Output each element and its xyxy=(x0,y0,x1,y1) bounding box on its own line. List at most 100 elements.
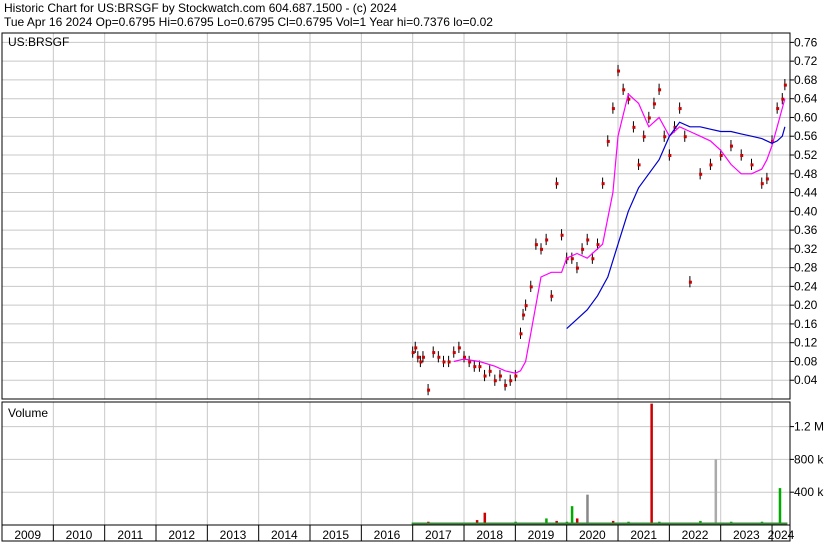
price-y-tick-label: 0.36 xyxy=(794,223,818,237)
price-y-tick-label: 0.12 xyxy=(794,336,818,350)
x-tick-label: 2016 xyxy=(374,528,401,542)
price-point xyxy=(781,97,785,101)
price-point xyxy=(617,69,621,73)
price-point xyxy=(442,360,446,364)
price-point xyxy=(678,107,682,111)
volume-y-tick-label: 800 k xyxy=(794,452,824,466)
price-point xyxy=(483,374,487,378)
price-point xyxy=(591,257,595,261)
price-point xyxy=(427,388,431,392)
price-point xyxy=(522,313,526,317)
price-point xyxy=(560,233,564,237)
price-point xyxy=(658,88,662,92)
price-point xyxy=(776,107,780,111)
price-point xyxy=(647,116,651,120)
price-point xyxy=(463,355,467,359)
price-point xyxy=(575,266,579,270)
price-point xyxy=(750,163,754,167)
price-panel-frame xyxy=(1,32,791,400)
price-y-tick-label: 0.72 xyxy=(794,54,818,68)
price-point xyxy=(683,135,687,139)
price-point xyxy=(529,285,533,289)
price-point xyxy=(709,163,713,167)
x-tick-label: 2018 xyxy=(476,528,503,542)
price-y-tick-label: 0.44 xyxy=(794,186,818,200)
price-y-tick-label: 0.60 xyxy=(794,110,818,124)
price-point xyxy=(488,369,492,373)
price-y-tick-label: 0.08 xyxy=(794,354,818,368)
price-panel-label: US:BRSGF xyxy=(8,35,69,49)
volume-bar xyxy=(570,506,574,525)
price-point xyxy=(570,257,574,261)
price-point xyxy=(504,383,508,387)
price-y-tick-label: 0.64 xyxy=(794,92,818,106)
x-tick-label: 2023 xyxy=(733,528,760,542)
price-y-tick-label: 0.56 xyxy=(794,129,818,143)
volume-bar xyxy=(714,459,718,525)
price-y-ticks: 0.76 0.72 0.68 0.64 0.60 0.56 0.52 0.48 0.44 0.40… xyxy=(790,35,818,387)
price-point xyxy=(611,107,615,111)
price-point xyxy=(632,125,636,129)
price-y-tick-label: 0.16 xyxy=(794,317,818,331)
slow-ma-line xyxy=(566,121,786,330)
volume-marks xyxy=(411,403,788,525)
x-tick-label: 2020 xyxy=(579,528,606,542)
price-grid xyxy=(2,33,790,399)
x-tick-label: 2022 xyxy=(682,528,709,542)
x-tick-label: 2021 xyxy=(630,528,657,542)
price-point xyxy=(540,247,544,251)
x-tick-label: 2017 xyxy=(425,528,452,542)
volume-panel-label: Volume xyxy=(8,406,48,420)
price-point xyxy=(729,144,733,148)
price-point xyxy=(519,332,523,336)
price-point xyxy=(414,346,418,350)
price-point xyxy=(447,360,451,364)
price-point xyxy=(699,172,703,176)
price-point xyxy=(783,83,787,87)
price-y-tick-label: 0.24 xyxy=(794,279,818,293)
price-point xyxy=(498,374,502,378)
price-y-tick-label: 0.04 xyxy=(794,373,818,387)
price-point xyxy=(493,379,497,383)
price-point xyxy=(586,238,590,242)
x-tick-label: 2013 xyxy=(220,528,247,542)
price-point xyxy=(668,154,672,157)
x-tick-label: 2019 xyxy=(528,528,555,542)
price-point xyxy=(596,243,600,247)
price-point xyxy=(524,304,528,308)
volume-bar xyxy=(586,494,589,525)
price-point xyxy=(478,365,482,369)
price-point xyxy=(514,374,518,378)
price-point xyxy=(555,182,559,186)
x-tick-label: 2010 xyxy=(66,528,93,542)
price-point xyxy=(468,360,472,364)
volume-y-tick-label: 1.2 M xyxy=(794,420,824,434)
x-tick-label: 2014 xyxy=(271,528,298,542)
price-point xyxy=(457,346,461,350)
price-point xyxy=(411,351,415,355)
price-point xyxy=(419,360,423,364)
price-point xyxy=(550,294,554,298)
price-point xyxy=(534,243,538,247)
price-point xyxy=(581,247,585,251)
price-point xyxy=(719,154,723,157)
price-point xyxy=(432,351,436,355)
price-point xyxy=(416,355,420,359)
price-point xyxy=(622,88,626,92)
stock-chart: US:BRSGF Volume 0.76 0.72 0.68 0.64 0.60 0.56… xyxy=(1,32,824,542)
x-tick-label: 2015 xyxy=(322,528,349,542)
price-y-tick-label: 0.52 xyxy=(794,148,818,162)
price-y-tick-label: 0.76 xyxy=(794,35,818,49)
price-point xyxy=(637,163,641,167)
volume-grid xyxy=(2,402,790,525)
price-y-tick-label: 0.28 xyxy=(794,261,818,275)
price-point xyxy=(606,139,610,143)
price-point xyxy=(545,238,549,242)
x-tick-label: 2011 xyxy=(117,528,143,542)
volume-y-ticks: 1.2 M 800 k 400 k xyxy=(790,420,824,499)
price-point xyxy=(601,182,605,186)
price-y-tick-label: 0.20 xyxy=(794,298,818,312)
volume-panel-frame xyxy=(1,401,791,526)
price-y-tick-label: 0.48 xyxy=(794,167,818,181)
price-y-tick-label: 0.32 xyxy=(794,242,818,256)
